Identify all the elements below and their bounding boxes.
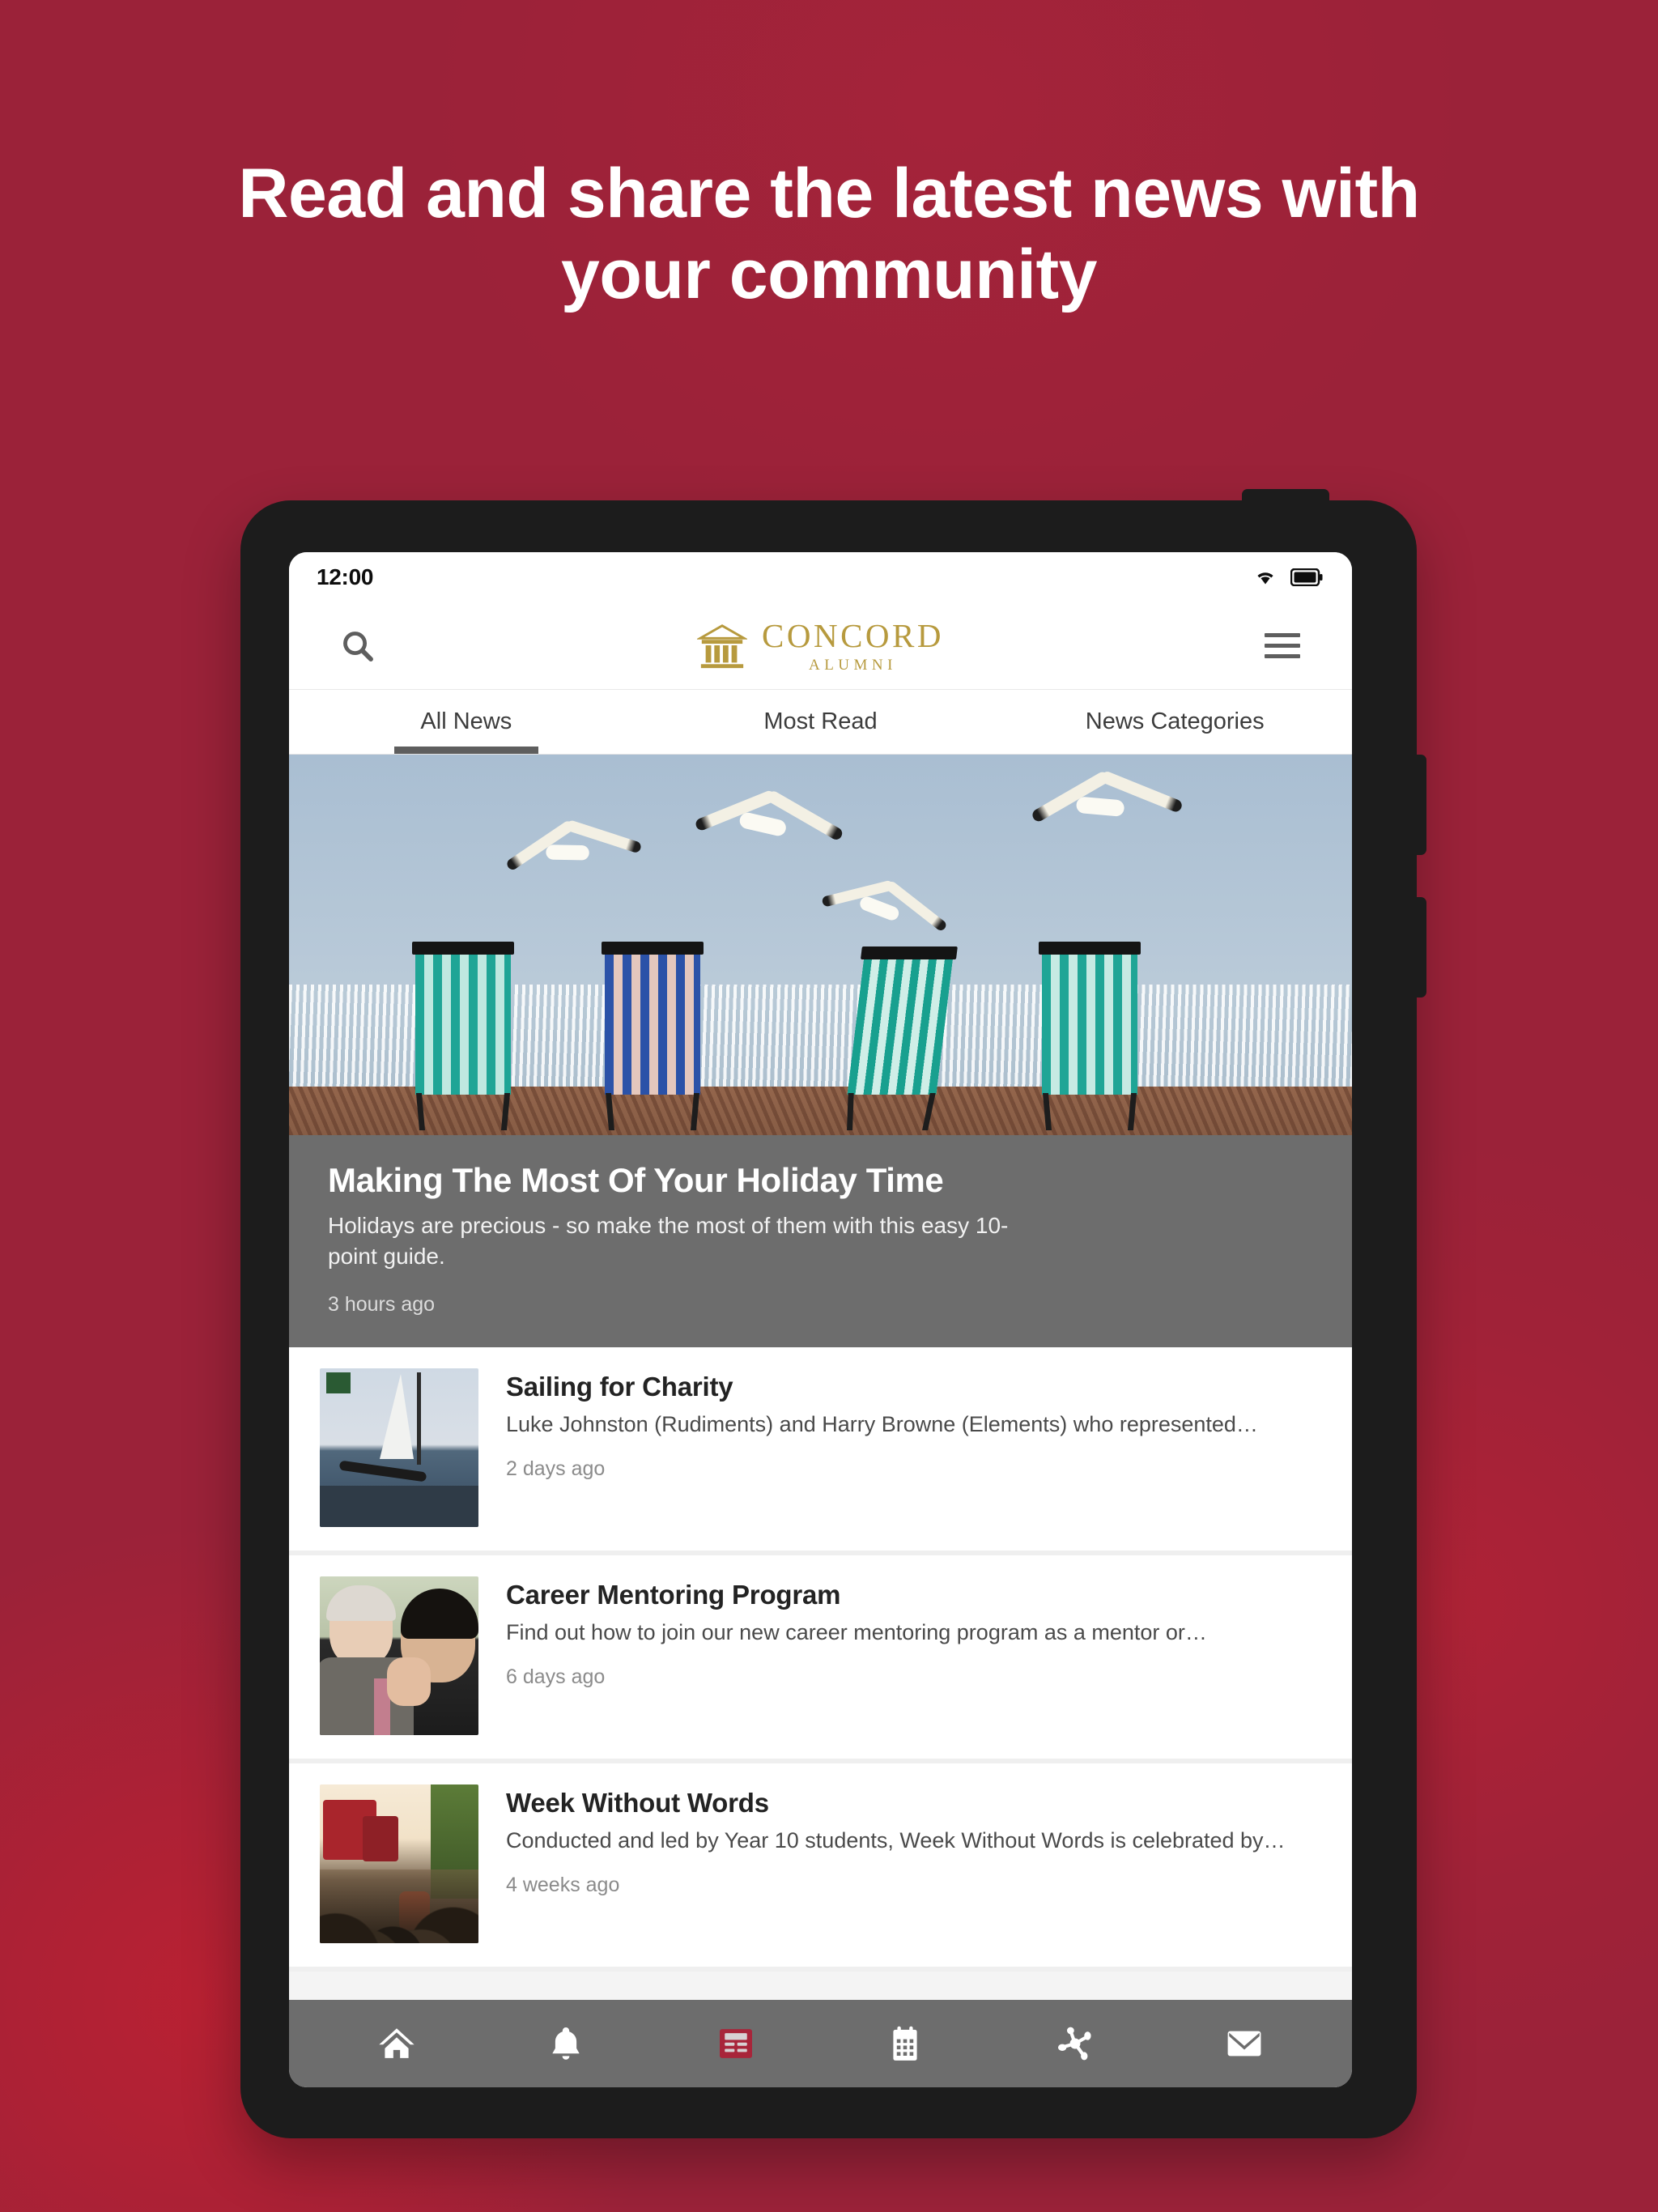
nav-news[interactable]	[704, 2011, 768, 2076]
article-timestamp: 6 days ago	[506, 1665, 606, 1688]
envelope-icon	[1227, 2031, 1261, 2057]
nav-network[interactable]	[1043, 2011, 1107, 2076]
status-bar: 12:00	[289, 552, 1352, 602]
search-icon[interactable]	[339, 627, 376, 665]
network-share-icon	[1057, 2027, 1091, 2061]
featured-article-meta: Making The Most Of Your Holiday Time Hol…	[289, 1135, 1352, 1347]
bottom-navigation-bar	[289, 2000, 1352, 2087]
article-thumbnail	[320, 1784, 478, 1943]
article-list-item[interactable]: Week Without Words Conducted and led by …	[289, 1763, 1352, 1972]
article-description: Conducted and led by Year 10 students, W…	[506, 1827, 1286, 1853]
status-bar-indicators	[1253, 568, 1323, 587]
tab-all-news[interactable]: All News	[289, 690, 644, 754]
nav-calendar[interactable]	[873, 2011, 937, 2076]
news-icon	[719, 2029, 752, 2058]
bell-icon	[552, 2027, 580, 2060]
hamburger-menu-icon[interactable]	[1264, 633, 1300, 658]
featured-article-timestamp: 3 hours ago	[328, 1292, 436, 1316]
status-bar-time: 12:00	[317, 564, 374, 589]
nav-mail[interactable]	[1212, 2011, 1277, 2076]
nav-notifications[interactable]	[534, 2011, 598, 2076]
article-list-item[interactable]: Career Mentoring Program Find out how to…	[289, 1555, 1352, 1763]
wifi-icon	[1257, 572, 1273, 585]
article-list-item[interactable]: Sailing for Charity Luke Johnston (Rudim…	[289, 1346, 1352, 1555]
article-title: Week Without Words	[506, 1787, 769, 1818]
featured-article-title: Making The Most Of Your Holiday Time	[328, 1161, 944, 1199]
power-button[interactable]	[1242, 489, 1329, 507]
featured-article-image	[289, 755, 1352, 1135]
article-thumbnail	[320, 1368, 478, 1527]
article-thumbnail	[320, 1576, 478, 1735]
article-timestamp: 4 weeks ago	[506, 1873, 620, 1896]
article-title: Sailing for Charity	[506, 1371, 733, 1402]
logo-name: CONCORD	[762, 616, 944, 654]
deck-chair	[602, 942, 704, 1095]
battery-icon	[1290, 568, 1323, 586]
logo-subtitle: ALUMNI	[808, 656, 897, 674]
featured-article-description: Holidays are precious - so make the most…	[328, 1213, 1009, 1269]
nav-home[interactable]	[364, 2011, 429, 2076]
device-screen: 12:00 CONCORD ALUMNI All News Most Read …	[289, 552, 1352, 2087]
article-title: Career Mentoring Program	[506, 1579, 841, 1610]
app-logo[interactable]: CONCORD ALUMNI	[697, 619, 944, 673]
article-description: Find out how to join our new career ment…	[506, 1619, 1207, 1644]
deck-chair	[412, 942, 514, 1095]
tablet-device-frame: 12:00 CONCORD ALUMNI All News Most Read …	[240, 489, 1426, 2138]
hamburger-bar	[1264, 633, 1300, 637]
home-icon	[379, 2028, 414, 2058]
article-timestamp: 2 days ago	[506, 1457, 606, 1480]
tab-most-read[interactable]: Most Read	[644, 690, 998, 754]
deck-chair	[1039, 942, 1141, 1095]
volume-up-button[interactable]	[1415, 755, 1426, 855]
news-feed[interactable]: Making The Most Of Your Holiday Time Hol…	[289, 755, 1352, 2000]
classical-building-icon	[697, 623, 747, 668]
article-description: Luke Johnston (Rudiments) and Harry Brow…	[506, 1411, 1258, 1436]
featured-article-card[interactable]: Making The Most Of Your Holiday Time Hol…	[289, 755, 1352, 1347]
calendar-icon	[893, 2026, 917, 2061]
hamburger-bar	[1264, 644, 1300, 648]
deck-chair	[847, 946, 958, 1095]
marketing-headline: Read and share the latest news with your…	[238, 155, 1420, 313]
news-tab-bar: All News Most Read News Categories	[289, 690, 1352, 755]
tab-news-categories[interactable]: News Categories	[997, 690, 1352, 754]
app-header: CONCORD ALUMNI	[289, 602, 1352, 690]
volume-down-button[interactable]	[1415, 897, 1426, 998]
hamburger-bar	[1264, 654, 1300, 658]
